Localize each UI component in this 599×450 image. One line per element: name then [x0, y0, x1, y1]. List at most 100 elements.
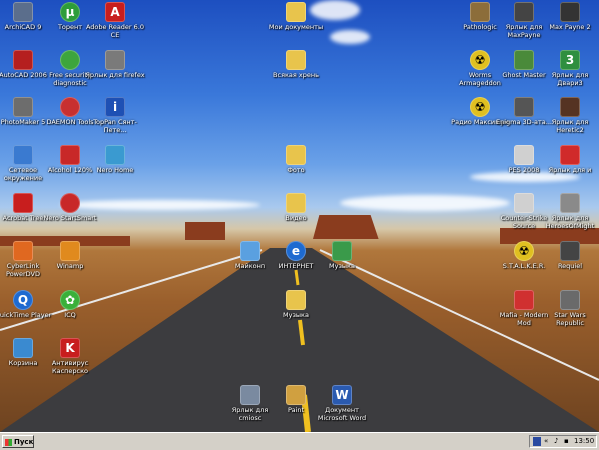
counter-strike-icon	[514, 193, 534, 213]
desktop-icon-foto[interactable]: Фото	[266, 145, 326, 174]
internet-explorer-icon: e	[286, 241, 306, 261]
autocad-icon	[13, 50, 33, 70]
folder-icon	[286, 50, 306, 70]
adobe-reader-icon: A	[105, 2, 125, 22]
icon-label: ICQ	[64, 311, 76, 319]
volume-icon[interactable]: ♪	[554, 436, 558, 447]
icon-label: Adobe Reader 6.0 CE	[85, 23, 145, 39]
desktop-icon-firefex[interactable]: Ярлык для firefex	[85, 50, 145, 79]
desktop-icon-word-doc[interactable]: W Документ Microsoft Word	[312, 385, 372, 422]
alcohol-icon	[60, 145, 80, 165]
radiation-icon: ☢	[514, 241, 534, 261]
pathologic-icon	[470, 2, 490, 22]
icon-label: Антивирус Касперско	[51, 359, 89, 375]
desktop-icon-toppan[interactable]: i TopPan Сянт-Пете...	[85, 97, 145, 134]
desktop-icon-vsyakaya[interactable]: Всякая хрень	[266, 50, 326, 79]
icon-label: Музыка	[329, 262, 355, 270]
utorrent-icon: µ	[60, 2, 80, 22]
folder-icon	[286, 2, 306, 22]
desktop-icon-heretic2[interactable]: Ярлык для Heretic2	[540, 97, 599, 134]
enigma-icon	[514, 97, 534, 117]
folder-icon	[286, 290, 306, 310]
desktop-icon-video[interactable]: Видео	[266, 193, 326, 222]
quicktime-icon: Q	[13, 290, 33, 310]
icon-label: Nero StartSmart	[43, 214, 97, 222]
heretic2-icon	[560, 97, 580, 117]
mafia-icon	[514, 290, 534, 310]
my-computer-icon	[240, 241, 260, 261]
windows-logo-icon	[5, 439, 12, 446]
folder-icon	[286, 193, 306, 213]
icon-label: Видео	[285, 214, 307, 222]
shortcut-icon	[240, 385, 260, 405]
language-indicator-icon[interactable]	[533, 437, 541, 446]
music-icon	[332, 241, 352, 261]
winamp-icon	[60, 241, 80, 261]
tray-expand-button[interactable]: «	[544, 436, 548, 447]
kaspersky-icon: K	[60, 338, 80, 358]
radiation-icon: ☢	[470, 97, 490, 117]
ghost-master-icon	[514, 50, 534, 70]
desktop-icon-music-player[interactable]: Музыка	[312, 241, 372, 270]
icon-label: Ярлык для Heretic2	[551, 118, 589, 134]
powerdvd-icon	[13, 241, 33, 261]
desktop-icon-heroes[interactable]: Ярлык для HeroesOfMight	[540, 193, 599, 230]
nero-home-icon	[105, 145, 125, 165]
desktop-icon-winamp[interactable]: Winamp	[40, 241, 100, 270]
network-icon	[13, 145, 33, 165]
desktop-icon-nero-startsmart[interactable]: Nero StartSmart	[40, 193, 100, 222]
icon-label: Ярлык для HeroesOfMight	[545, 214, 595, 230]
desktop-icon-kaspersky[interactable]: K Антивирус Касперско	[40, 338, 100, 375]
radiation-icon: ☢	[470, 50, 490, 70]
desktop-icon-heretic[interactable]: 3 Ярлык для Двари3	[540, 50, 599, 87]
icon-label: Всякая хрень	[273, 71, 319, 79]
desktop: ArchiCAD 9 µ Торент A Adobe Reader 6.0 CE …	[0, 0, 599, 432]
network-tray-icon[interactable]: ▪	[564, 436, 569, 447]
icon-label: TopPan Сянт-Пете...	[93, 118, 137, 134]
desktop-icon-star-wars[interactable]: Star Wars Republic	[540, 290, 599, 327]
start-button[interactable]: Пуск	[2, 435, 34, 448]
icon-label: Requiel	[557, 262, 583, 270]
keyboard-icon	[105, 50, 125, 70]
heroes-icon	[560, 193, 580, 213]
desktop-icon-icq[interactable]: ✿ ICQ	[40, 290, 100, 319]
desktop-icon-my-documents[interactable]: Мои документы	[266, 2, 326, 31]
photomaker-icon	[13, 97, 33, 117]
acrobat-icon	[13, 193, 33, 213]
maxpayne2-icon	[560, 2, 580, 22]
desktop-icon-shortcut-i[interactable]: Ярлык для и	[540, 145, 599, 174]
taskbar: Пуск « ♪ ▪ 13:50	[0, 432, 599, 450]
clock: 13:50	[574, 437, 595, 445]
folder-icon	[286, 145, 306, 165]
info-icon: i	[105, 97, 125, 117]
icq-icon: ✿	[60, 290, 80, 310]
heretic-icon: 3	[560, 50, 580, 70]
shortcut-icon	[560, 145, 580, 165]
desktop-icon-maxpayne2[interactable]: Max Payne 2	[540, 2, 599, 31]
icon-label: Max Payne 2	[549, 23, 591, 31]
pes-icon	[514, 145, 534, 165]
archicad-icon	[13, 2, 33, 22]
icon-label: Star Wars Republic	[554, 311, 586, 327]
icon-label: Ярлык для Двари3	[551, 71, 589, 87]
desktop-icon-music-folder[interactable]: Музыка	[266, 290, 326, 319]
star-wars-icon	[560, 290, 580, 310]
icon-label: Фото	[287, 166, 305, 174]
system-tray: « ♪ ▪ 13:50	[529, 435, 597, 448]
maxpayne-icon	[514, 2, 534, 22]
desktop-icon-requiem[interactable]: Requiel	[540, 241, 599, 270]
desktop-icon-nero-home[interactable]: Nero Home	[85, 145, 145, 174]
icon-label: Документ Microsoft Word	[317, 406, 367, 422]
icon-label: Ярлык для и	[548, 166, 592, 174]
icon-label: Nero Home	[96, 166, 134, 174]
paint-icon	[286, 385, 306, 405]
icon-label: Музыка	[283, 311, 309, 319]
icon-label: Мои документы	[268, 23, 324, 31]
word-document-icon: W	[332, 385, 352, 405]
icon-label: Winamp	[56, 262, 84, 270]
nero-icon	[60, 193, 80, 213]
desktop-icon-adobe-reader[interactable]: A Adobe Reader 6.0 CE	[85, 2, 145, 39]
daemon-tools-icon	[60, 97, 80, 117]
start-label: Пуск	[14, 438, 34, 446]
recycle-bin-icon	[13, 338, 33, 358]
